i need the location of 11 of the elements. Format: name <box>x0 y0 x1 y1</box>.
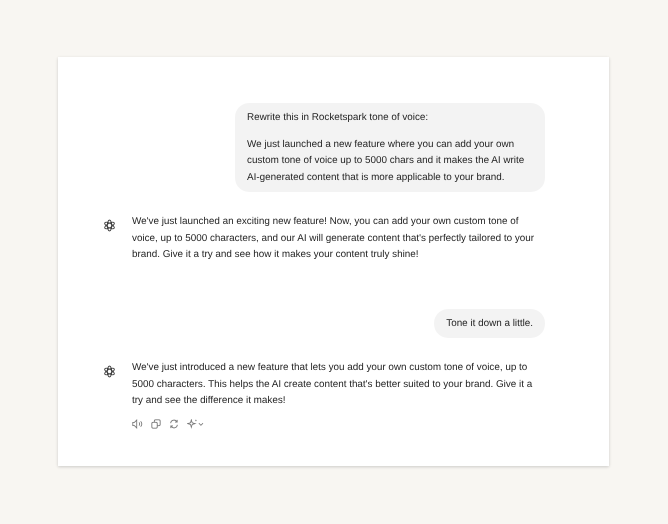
refresh-icon[interactable] <box>169 418 179 428</box>
message-text: Rewrite this in Rocketspark tone of voice: <box>247 111 430 125</box>
message-text: We just launched a new feature where you can add your own custom tone of voice up to 5000 chars and it makes the AI write AI-generated content that is more applicable to your brand. <box>247 138 526 184</box>
assistant-logo-icon <box>103 365 116 378</box>
assistant-logo-icon <box>103 219 116 232</box>
message-text: We've just launched an exciting new feature! Now, you can add your own custom tone of voice, up to 5000 characters, and our AI will generate content that's perfectly tailored to your brand. Give it a try and see how it makes your content truly shine! <box>132 215 536 262</box>
sparkle-dropdown-icon[interactable] <box>187 418 204 428</box>
message-text: Tone it down a little. <box>446 316 533 330</box>
speaker-icon[interactable] <box>132 418 143 428</box>
message-text: We've just introduced a new feature that lets you add your own custom tone of voice, up to 5000 characters. This helps the AI create content that's better suited to your brand. Give it a try and see the difference it makes! <box>132 361 534 408</box>
copy-icon[interactable] <box>151 418 161 428</box>
